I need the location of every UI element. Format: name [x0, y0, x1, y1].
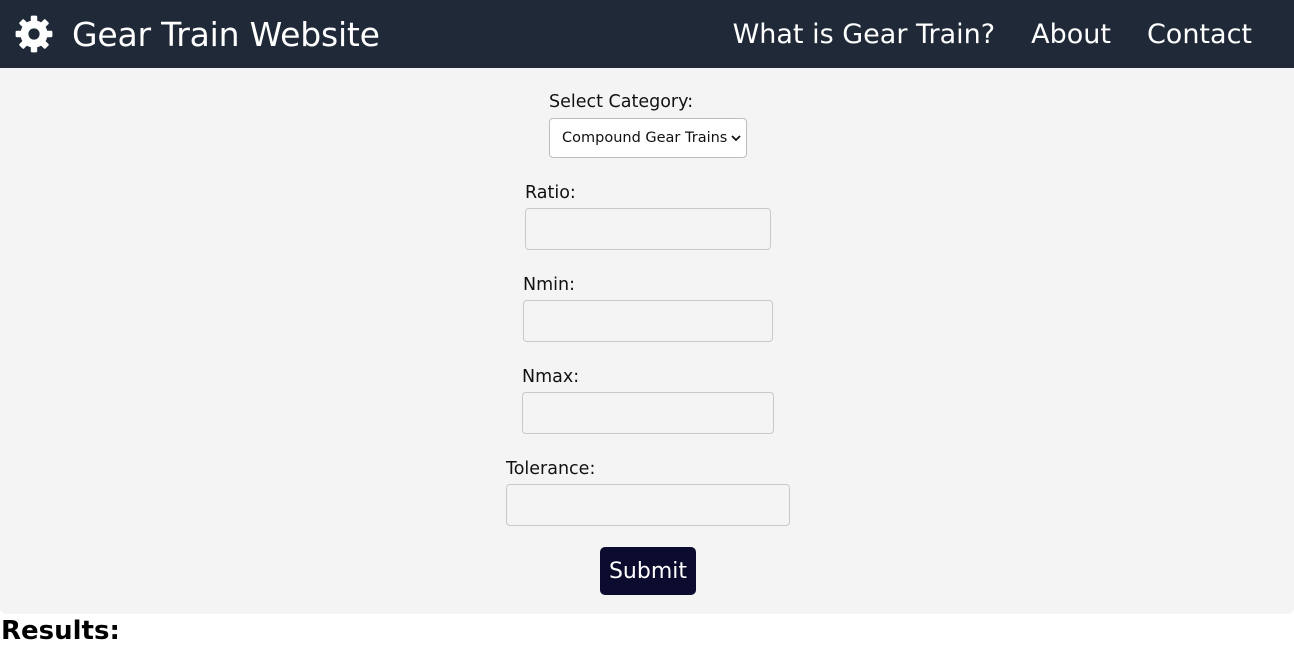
nmin-label: Nmin: [523, 275, 575, 295]
ratio-label: Ratio: [525, 183, 576, 203]
brand[interactable]: Gear Train Website [14, 0, 380, 68]
form-panel: Select Category: Compound Gear Trains Ra… [0, 68, 1294, 614]
site-title: Gear Train Website [72, 14, 380, 54]
ratio-input[interactable] [525, 208, 771, 250]
category-select[interactable]: Compound Gear Trains [549, 118, 747, 158]
submit-button[interactable]: Submit [600, 547, 696, 595]
nmin-input[interactable] [523, 300, 773, 342]
tolerance-input[interactable] [506, 484, 790, 526]
category-select-value: Compound Gear Trains [562, 130, 728, 146]
top-navbar: Gear Train Website What is Gear Train? A… [0, 0, 1294, 68]
nav-link-what-is-gear-train[interactable]: What is Gear Train? [733, 19, 996, 50]
category-label: Select Category: [549, 92, 694, 112]
nav-link-contact[interactable]: Contact [1147, 19, 1252, 50]
nmax-label: Nmax: [522, 367, 580, 387]
chevron-down-icon [731, 135, 741, 142]
results-heading: Results: [1, 616, 120, 646]
gear-icon [15, 15, 53, 53]
nav-link-about[interactable]: About [1031, 19, 1111, 50]
tolerance-label: Tolerance: [506, 459, 596, 479]
main-nav: What is Gear Train? About Contact [697, 0, 1252, 68]
nmax-input[interactable] [522, 392, 774, 434]
